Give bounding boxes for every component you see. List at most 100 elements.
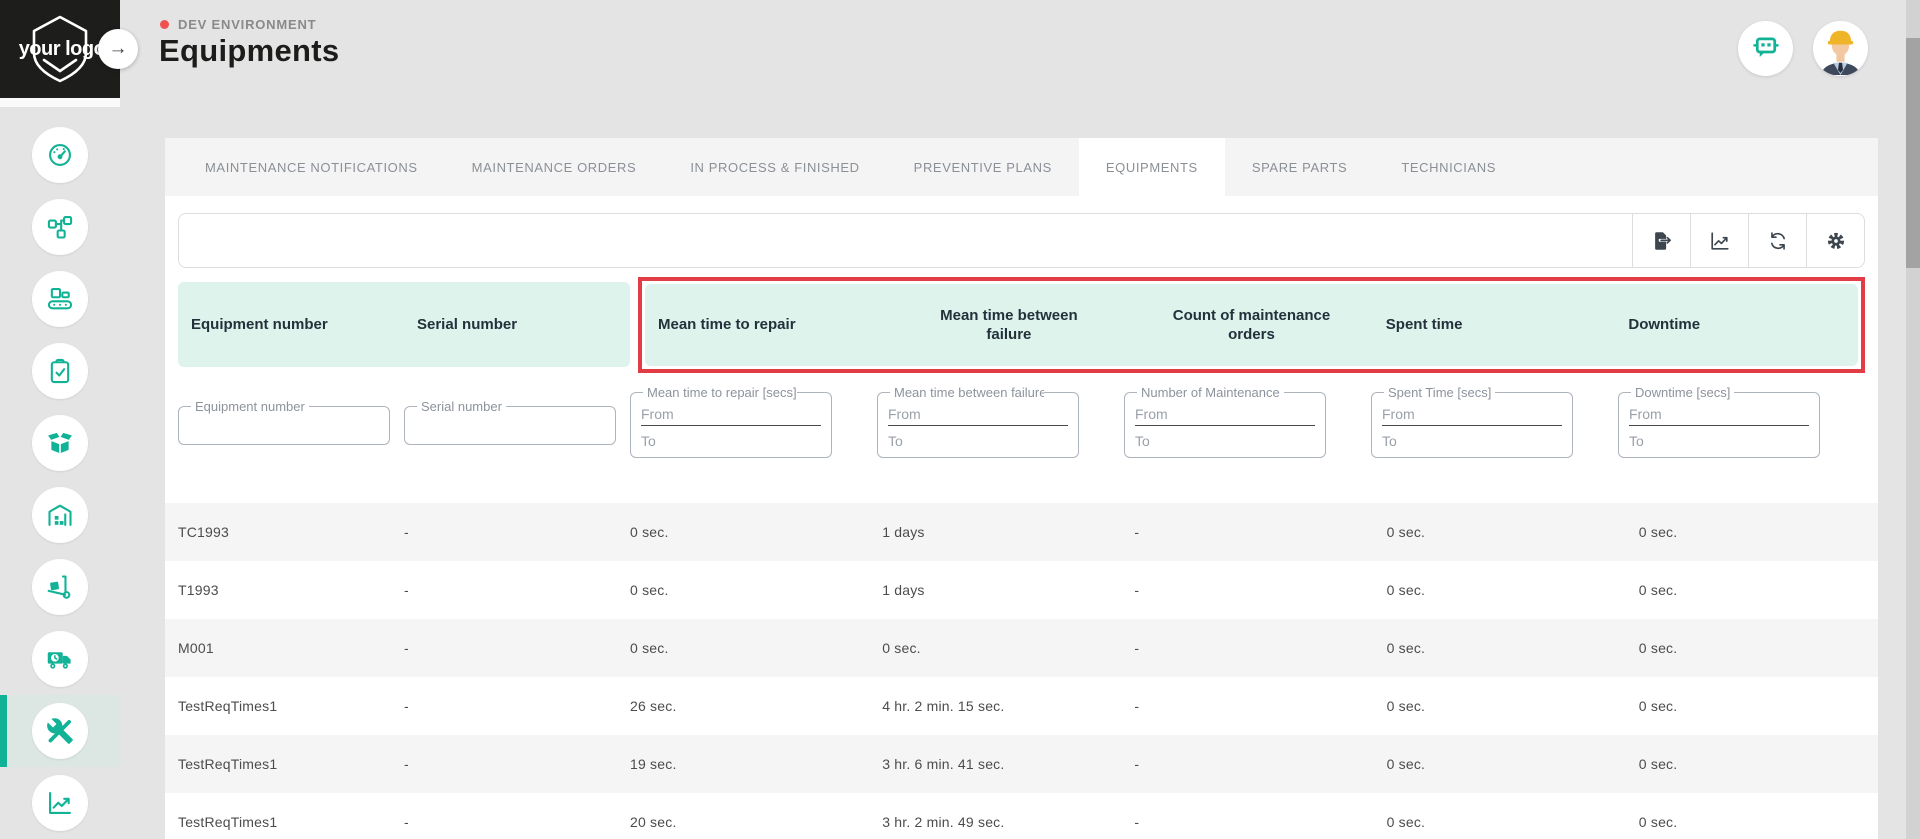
sidebar-item-maintenance[interactable] [0,695,120,767]
delivery-truck-icon [46,645,74,673]
filter-equipment-number: Equipment number [178,399,390,445]
sidebar-item-tasks[interactable] [0,335,120,407]
environment-badge: DEV ENVIRONMENT [160,17,316,32]
tab-spare-parts[interactable]: SPARE PARTS [1225,138,1374,196]
cell-count-of-maintenance-orders: - [1121,756,1373,772]
cell-serial-number: - [391,814,617,830]
filter-spent-time-secs: Spent Time [secs] [1371,385,1573,458]
filter-cell: Downtime [secs] [1618,385,1865,458]
toolbar-filter-area[interactable] [179,214,1632,267]
sidebar-item-warehouse[interactable] [0,479,120,551]
page-title: Equipments [159,33,339,69]
downtime-secs-from-input[interactable] [1629,402,1809,426]
cell-mean-time-between-failure: 3 hr. 6 min. 41 sec. [869,756,1121,772]
env-status-dot [160,20,169,29]
hand-truck-icon [46,573,74,601]
table-row[interactable]: M001-0 sec.0 sec.-0 sec.0 sec. [165,619,1878,677]
sidebar-item-production[interactable] [0,263,120,335]
filter-row: Equipment numberSerial numberMean time t… [178,385,1865,458]
table-row[interactable]: T1993-0 sec.1 days-0 sec.0 sec. [165,561,1878,619]
sidebar [0,119,120,839]
chart-icon [46,789,74,817]
column-header-count-of-maintenance-orders: Count of maintenance orders [1130,284,1373,366]
sidebar-item-circle [32,559,88,615]
table-body: TC1993-0 sec.1 days-0 sec.0 sec.T1993-0 … [165,503,1878,839]
serial-number-input[interactable] [415,416,605,442]
chatbot-icon [1751,32,1781,65]
column-header-spent-time: Spent time [1373,284,1616,366]
equipment-number-input[interactable] [189,416,379,442]
sidebar-item-hierarchy[interactable] [0,191,120,263]
export-button[interactable] [1632,214,1690,267]
user-avatar-button[interactable] [1813,21,1868,76]
mean-time-between-failure-from-input[interactable] [888,402,1068,426]
table-row[interactable]: TC1993-0 sec.1 days-0 sec.0 sec. [165,503,1878,561]
sidebar-item-circle [32,631,88,687]
cell-serial-number: - [391,582,617,598]
column-header-downtime: Downtime [1615,284,1858,366]
speedometer-icon [46,141,74,169]
cell-mean-time-between-failure: 4 hr. 2 min. 15 sec. [869,698,1121,714]
sidebar-item-circle [32,487,88,543]
sidebar-item-packages[interactable] [0,407,120,479]
cell-downtime: 0 sec. [1626,756,1878,772]
cell-equipment-number: T1993 [165,582,391,598]
table-row[interactable]: TestReqTimes1-26 sec.4 hr. 2 min. 15 sec… [165,677,1878,735]
sidebar-item-circle [32,127,88,183]
sidebar-expand-button[interactable]: → [98,29,138,69]
column-header-equipment-number: Equipment number [178,282,404,367]
tab-technicians[interactable]: TECHNICIANS [1374,138,1523,196]
sidebar-item-delivery[interactable] [0,623,120,695]
chart-view-button[interactable] [1690,214,1748,267]
number-of-maintenance-to-input[interactable] [1135,428,1315,454]
table-row[interactable]: TestReqTimes1-19 sec.3 hr. 6 min. 41 sec… [165,735,1878,793]
mean-time-between-failure-to-input[interactable] [888,428,1068,454]
filter-label: Equipment number [191,399,309,414]
sidebar-item-hand-truck[interactable] [0,551,120,623]
cell-spent-time: 0 sec. [1374,582,1626,598]
cell-count-of-maintenance-orders: - [1121,814,1373,830]
cell-mean-time-between-failure: 0 sec. [869,640,1121,656]
table-header: Equipment numberSerial number Mean time … [178,282,1865,367]
tab-maintenance-orders[interactable]: MAINTENANCE ORDERS [445,138,664,196]
column-header-mean-time-to-repair: Mean time to repair [645,284,888,366]
sidebar-item-analytics[interactable] [0,767,120,839]
page-scrollbar[interactable] [1906,0,1920,839]
spent-time-secs-from-input[interactable] [1382,402,1562,426]
cell-count-of-maintenance-orders: - [1121,640,1373,656]
tab-bar: MAINTENANCE NOTIFICATIONSMAINTENANCE ORD… [165,138,1878,196]
tab-in-process-finished[interactable]: IN PROCESS & FINISHED [663,138,886,196]
chatbot-button[interactable] [1738,21,1793,76]
filter-cell: Spent Time [secs] [1371,385,1618,458]
table-header-left: Equipment numberSerial number [178,282,630,367]
topbar-actions [1738,21,1868,76]
spent-time-secs-to-input[interactable] [1382,428,1562,454]
scrollbar-thumb[interactable] [1906,38,1920,268]
cell-downtime: 0 sec. [1626,814,1878,830]
cell-serial-number: - [391,756,617,772]
downtime-secs-to-input[interactable] [1629,428,1809,454]
mean-time-to-repair-secs-to-input[interactable] [641,428,821,454]
table-header-highlighted: Mean time to repairMean time between fai… [645,284,1858,366]
mean-time-to-repair-secs-from-input[interactable] [641,402,821,426]
refresh-button[interactable] [1748,214,1806,267]
cell-equipment-number: TestReqTimes1 [165,756,391,772]
tab-maintenance-notifications[interactable]: MAINTENANCE NOTIFICATIONS [178,138,445,196]
toolbar [178,213,1865,268]
tab-equipments[interactable]: EQUIPMENTS [1079,138,1225,196]
settings-button[interactable] [1806,214,1864,267]
sidebar-item-dashboard[interactable] [0,119,120,191]
filter-number-of-maintenance: Number of Maintenance [1124,385,1326,458]
cell-equipment-number: TestReqTimes1 [165,814,391,830]
number-of-maintenance-from-input[interactable] [1135,402,1315,426]
filter-mean-time-between-failure: Mean time between failure [877,385,1079,458]
cell-mean-time-to-repair: 0 sec. [617,640,869,656]
filter-cell: Equipment number [178,399,404,445]
highlight-rectangle: Mean time to repairMean time between fai… [638,277,1865,373]
filter-cell: Mean time between failure [877,385,1124,458]
tab-preventive-plans[interactable]: PREVENTIVE PLANS [887,138,1079,196]
cell-spent-time: 0 sec. [1374,756,1626,772]
table-row[interactable]: TestReqTimes1-20 sec.3 hr. 2 min. 49 sec… [165,793,1878,839]
cell-mean-time-to-repair: 0 sec. [617,524,869,540]
filter-label: Downtime [secs] [1631,385,1734,400]
